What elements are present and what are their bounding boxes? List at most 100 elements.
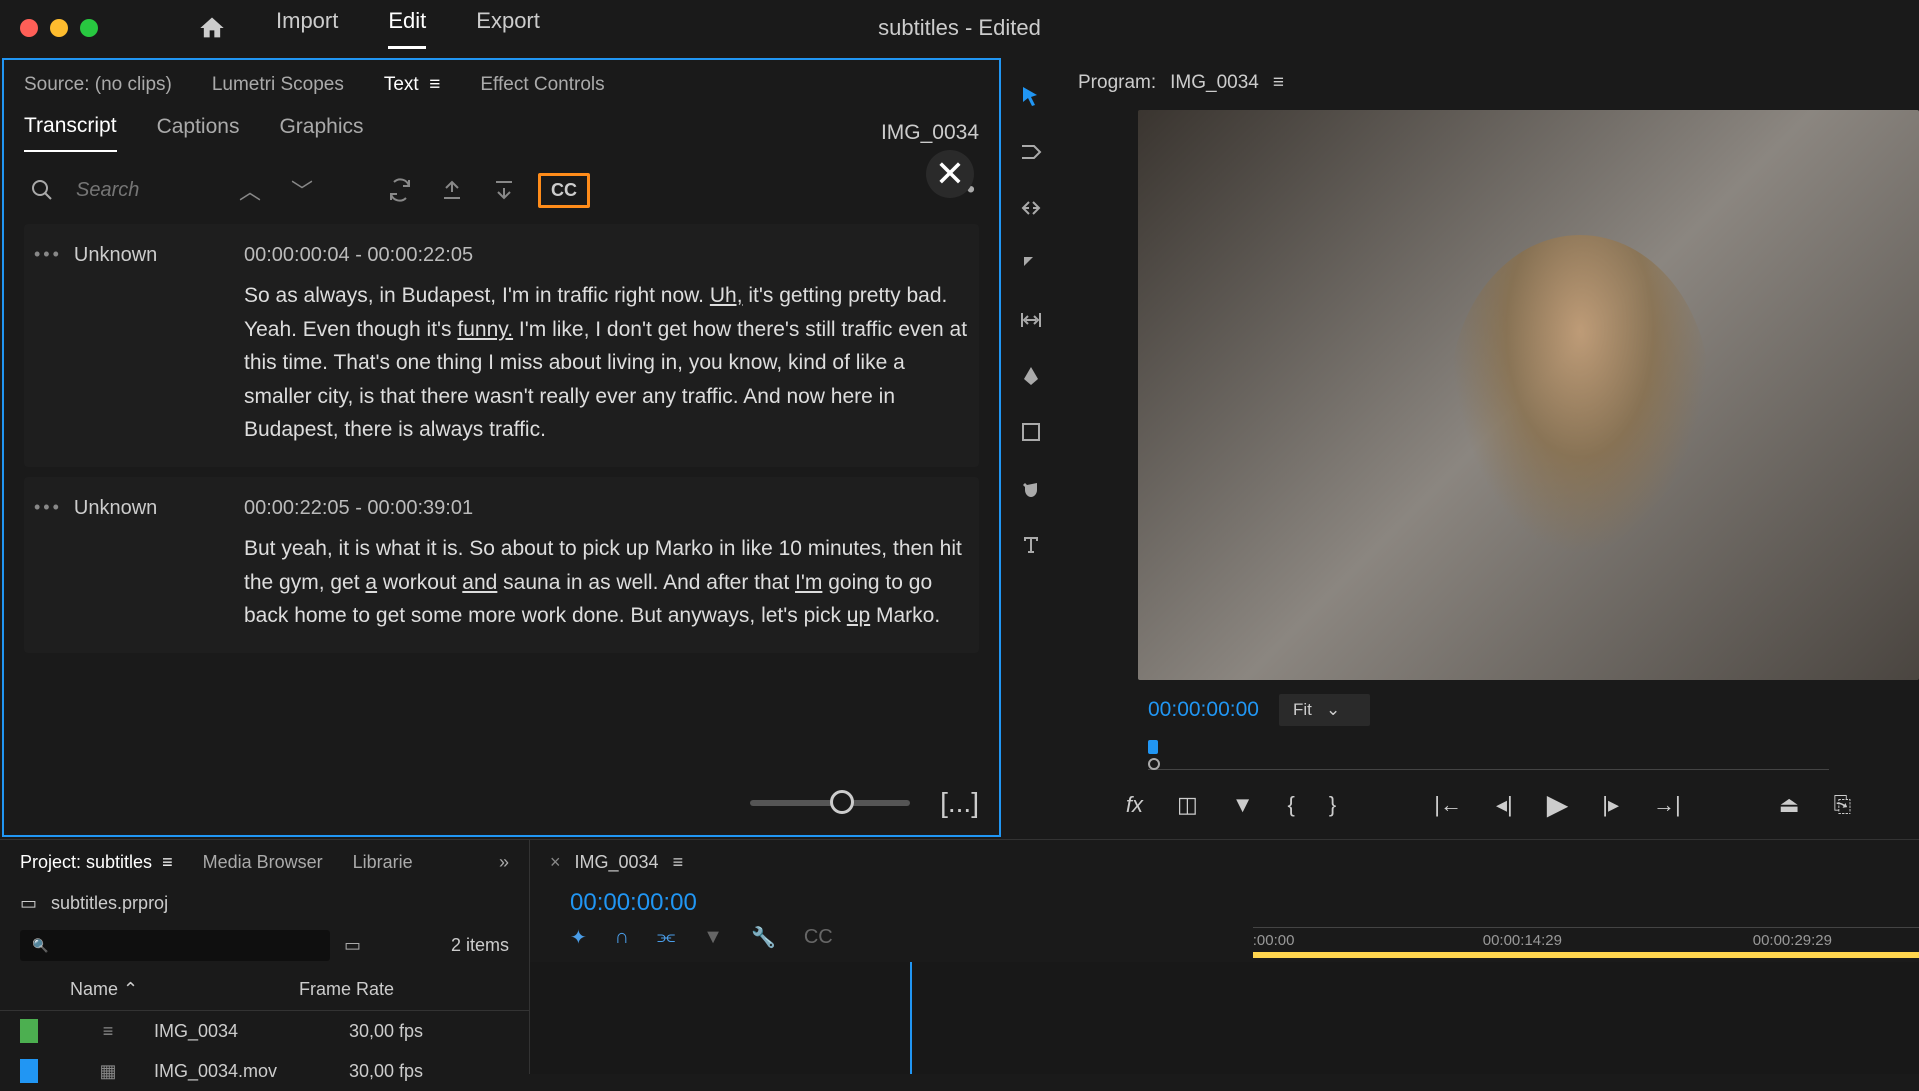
new-bin-icon[interactable]: ▭ xyxy=(344,935,361,956)
menu-icon[interactable]: ≡ xyxy=(673,852,684,873)
timeline-toolbar: ✦ ∩ ⫘ ▼ 🔧 CC xyxy=(530,921,873,962)
source-panel-tabs: Source: (no clips) Lumetri Scopes Text ≡… xyxy=(4,60,999,96)
menu-icon[interactable]: ≡ xyxy=(1273,72,1284,94)
settings-icon[interactable]: 🔧 xyxy=(751,925,776,950)
out-point-icon[interactable]: } xyxy=(1329,792,1336,818)
expand-button[interactable]: [...] xyxy=(940,787,979,819)
type-tool-icon[interactable] xyxy=(1015,528,1047,560)
segment-speaker[interactable]: Unknown xyxy=(74,497,157,520)
segment-speaker[interactable]: Unknown xyxy=(74,244,157,267)
pen-tool-icon[interactable] xyxy=(1015,360,1047,392)
timeline-tracks[interactable] xyxy=(530,962,1919,1074)
ruler-tick: :00:00 xyxy=(1253,932,1295,949)
insert-icon[interactable]: ✦ xyxy=(570,925,587,950)
bin-icon: ▭ xyxy=(20,893,37,914)
fx-button[interactable]: fx xyxy=(1126,792,1143,818)
tab-project[interactable]: Project: subtitles ≡ xyxy=(20,852,173,873)
slip-tool-icon[interactable] xyxy=(1015,304,1047,336)
comparison-icon[interactable]: ◫ xyxy=(1177,792,1198,818)
snap-icon[interactable]: ∩ xyxy=(615,926,629,949)
in-point-icon[interactable]: { xyxy=(1288,792,1295,818)
linked-selection-icon[interactable]: ⫘ xyxy=(657,926,675,949)
transcript-segment[interactable]: ••• Unknown 00:00:00:04 - 00:00:22:05 So… xyxy=(24,224,979,467)
project-item[interactable]: ≡ IMG_0034 30,00 fps xyxy=(0,1011,529,1051)
tab-source[interactable]: Source: (no clips) xyxy=(24,74,172,96)
prev-result-icon[interactable]: ︿ xyxy=(232,172,268,208)
segment-text[interactable]: So as always, in Budapest, I'm in traffi… xyxy=(244,279,969,447)
text-subtabs: Transcript Captions Graphics IMG_0034 xyxy=(4,96,999,152)
subtab-transcript[interactable]: Transcript xyxy=(24,114,117,152)
extract-icon[interactable]: ⎘ xyxy=(1834,792,1852,818)
program-ruler[interactable] xyxy=(1148,740,1829,770)
subtab-captions[interactable]: Captions xyxy=(157,115,240,151)
refresh-icon[interactable] xyxy=(382,172,418,208)
track-select-tool-icon[interactable] xyxy=(1015,136,1047,168)
tab-lumetri[interactable]: Lumetri Scopes xyxy=(212,74,344,96)
rectangle-tool-icon[interactable] xyxy=(1015,416,1047,448)
close-window-button[interactable] xyxy=(20,19,38,37)
segment-timecode: 00:00:00:04 - 00:00:22:05 xyxy=(244,244,969,267)
project-search-input[interactable] xyxy=(20,930,330,961)
search-input[interactable] xyxy=(76,179,216,202)
workspace-tabs: Import Edit Export xyxy=(276,8,540,49)
work-area-bar[interactable] xyxy=(1253,952,1919,958)
project-item[interactable]: ▦ IMG_0034.mov 30,00 fps xyxy=(0,1051,529,1091)
program-monitor[interactable] xyxy=(1138,110,1919,680)
label-color-chip[interactable] xyxy=(20,1019,38,1043)
segment-menu-icon[interactable]: ••• xyxy=(34,497,62,518)
segment-menu-icon[interactable]: ••• xyxy=(34,244,62,265)
timeline-playhead[interactable] xyxy=(910,962,912,1074)
merge-up-icon[interactable] xyxy=(434,172,470,208)
transcript-segment[interactable]: ••• Unknown 00:00:22:05 - 00:00:39:01 Bu… xyxy=(24,477,979,653)
titlebar: Import Edit Export subtitles - Edited xyxy=(0,0,1919,56)
tab-text[interactable]: Text ≡ xyxy=(384,74,441,96)
play-button[interactable]: ▶ xyxy=(1547,788,1569,821)
home-button[interactable] xyxy=(198,14,226,42)
minimize-window-button[interactable] xyxy=(50,19,68,37)
merge-down-icon[interactable] xyxy=(486,172,522,208)
close-panel-button[interactable]: ✕ xyxy=(926,150,974,198)
go-to-in-icon[interactable]: |← xyxy=(1434,792,1462,818)
step-back-icon[interactable]: ◂| xyxy=(1496,792,1513,818)
tab-edit[interactable]: Edit xyxy=(388,8,426,49)
tool-strip xyxy=(1003,56,1058,839)
next-result-icon[interactable]: ﹀ xyxy=(284,172,320,208)
search-icon[interactable] xyxy=(24,172,60,208)
tab-libraries[interactable]: Librarie xyxy=(353,852,413,873)
overflow-icon[interactable]: » xyxy=(499,852,509,873)
cc-track-icon[interactable]: CC xyxy=(804,926,833,949)
playhead-icon[interactable] xyxy=(1148,740,1158,754)
step-forward-icon[interactable]: |▸ xyxy=(1602,792,1619,818)
marker-icon[interactable]: ▼ xyxy=(1232,792,1254,818)
sequence-name[interactable]: IMG_0034 xyxy=(575,852,659,873)
close-sequence-icon[interactable]: × xyxy=(550,852,561,873)
subtab-graphics[interactable]: Graphics xyxy=(279,115,363,151)
column-name[interactable]: Name ⌃ xyxy=(70,979,299,1000)
zoom-select[interactable]: Fit ⌄ xyxy=(1279,694,1370,726)
timeline-timecode[interactable]: 00:00:00:00 xyxy=(530,885,873,921)
tab-export[interactable]: Export xyxy=(476,8,540,49)
ripple-tool-icon[interactable] xyxy=(1015,192,1047,224)
razor-tool-icon[interactable] xyxy=(1015,248,1047,280)
ruler-tick: 00:00:14:29 xyxy=(1483,932,1562,949)
label-color-chip[interactable] xyxy=(20,1059,38,1083)
program-label: Program: xyxy=(1078,72,1156,94)
segment-text[interactable]: But yeah, it is what it is. So about to … xyxy=(244,532,969,633)
zoom-slider[interactable] xyxy=(750,800,910,806)
go-to-out-icon[interactable]: →| xyxy=(1653,792,1681,818)
column-frame-rate[interactable]: Frame Rate xyxy=(299,979,459,1000)
program-timecode[interactable]: 00:00:00:00 xyxy=(1148,698,1259,722)
clip-icon: ▦ xyxy=(96,1061,120,1081)
maximize-window-button[interactable] xyxy=(80,19,98,37)
tab-effect-controls[interactable]: Effect Controls xyxy=(480,74,604,96)
lift-icon[interactable]: ⏏ xyxy=(1779,792,1800,818)
selection-tool-icon[interactable] xyxy=(1015,80,1047,112)
program-header: Program: IMG_0034 ≡ xyxy=(1058,56,1919,110)
tab-media-browser[interactable]: Media Browser xyxy=(203,852,323,873)
create-captions-button[interactable]: CC xyxy=(538,173,590,208)
hand-tool-icon[interactable] xyxy=(1015,472,1047,504)
marker-add-icon[interactable]: ▼ xyxy=(703,926,723,949)
timeline-ruler[interactable]: :00:00 00:00:14:29 00:00:29:29 00:00:44:… xyxy=(1253,927,1919,962)
window-title: subtitles - Edited xyxy=(878,15,1041,41)
tab-import[interactable]: Import xyxy=(276,8,338,49)
